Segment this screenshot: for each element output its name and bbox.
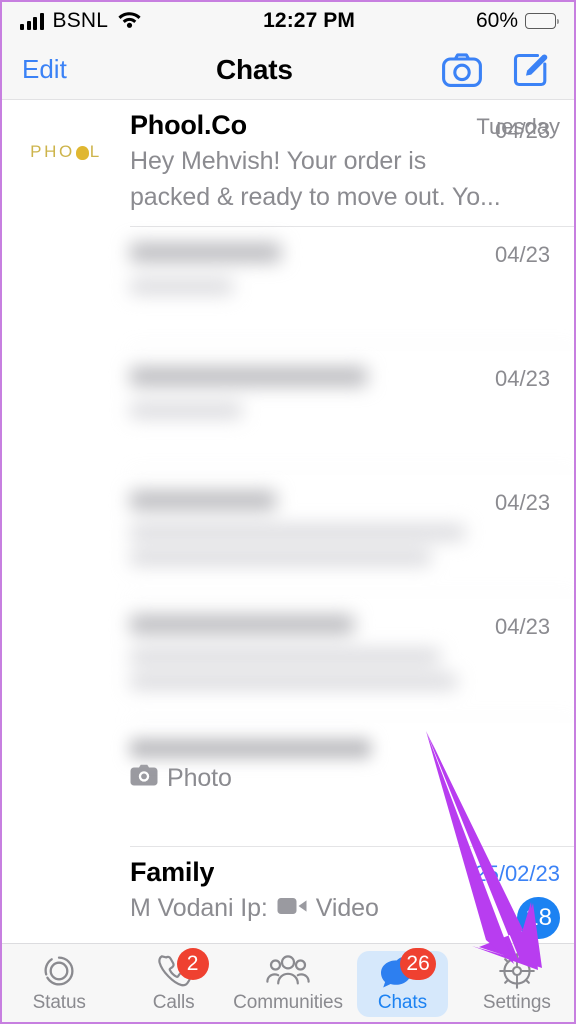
tab-label: Chats [377, 992, 427, 1013]
chat-preview-text: Video [315, 894, 379, 922]
video-camera-icon [277, 891, 307, 927]
calls-badge: 2 [176, 948, 209, 980]
tab-label: Settings [482, 992, 551, 1013]
chat-list[interactable]: PHO L Phool.Co Tuesday Hey Mehvish! Your … [2, 100, 574, 943]
phool-logo-avatar: PHO L [22, 108, 110, 196]
tab-calls[interactable]: 2 Calls [116, 944, 230, 1022]
communities-icon [265, 952, 311, 990]
group-avatar [22, 855, 110, 943]
battery-icon [525, 13, 559, 29]
unread-badge: 18 [517, 897, 560, 939]
chat-row-family[interactable]: Family 25/02/23 M Vodani Ip: Video 18 [2, 847, 574, 943]
blurred-avatar [22, 483, 110, 571]
chat-timestamp: 25/02/23 [474, 861, 560, 886]
gear-icon [498, 952, 536, 990]
clock-label: 12:27 PM [263, 9, 355, 32]
chat-row-hidden-1[interactable] [2, 227, 574, 351]
carrier-label: BSNL [52, 9, 109, 32]
battery-percent-label: 60% [475, 9, 518, 32]
chat-preview-sender: M Vodani Ip: [130, 894, 268, 922]
chat-row-photo[interactable]: Photo [2, 723, 574, 847]
chat-row-hidden-3[interactable] [2, 475, 574, 599]
nav-actions [442, 51, 550, 89]
chat-name: Phool.Co [130, 110, 247, 140]
status-bar: BSNL 12:27 PM 60% [2, 2, 574, 40]
dove-hands-avatar [22, 731, 110, 819]
tab-label: Communities [233, 992, 343, 1013]
chat-preview-line1: Hey Mehvish! Your order is [130, 147, 427, 175]
edit-button[interactable]: Edit [22, 54, 67, 85]
chat-preview-line2: packed & ready to move out. Yo... [130, 182, 501, 211]
tab-communities[interactable]: Communities [231, 944, 345, 1022]
chat-bubbles-icon: 26 [380, 948, 436, 990]
phone-screen: BSNL 12:27 PM 60% Edit Chats PHO L Phool… [0, 0, 576, 1024]
camera-icon[interactable] [442, 52, 482, 87]
blurred-avatar [22, 607, 110, 695]
tab-status[interactable]: Status [2, 944, 116, 1022]
status-bar-left: BSNL [20, 9, 142, 33]
status-rings-icon [41, 952, 77, 990]
tab-chats[interactable]: 26 Chats [345, 944, 459, 1022]
blurred-avatar [22, 359, 110, 447]
tab-bar: Status 2 Calls Communities 26 Chats Sett… [2, 943, 574, 1022]
tab-label: Calls [152, 992, 195, 1013]
chat-row-hidden-2[interactable] [2, 351, 574, 475]
blurred-avatar [22, 235, 110, 323]
chat-preview: Photo [130, 761, 560, 797]
chats-badge: 26 [400, 948, 436, 980]
phone-icon: 2 [157, 948, 209, 990]
chat-row-phool[interactable]: PHO L Phool.Co Tuesday Hey Mehvish! Your … [2, 100, 574, 227]
signal-bars-icon [20, 12, 44, 30]
compose-icon[interactable] [512, 51, 550, 89]
chat-timestamp: Tuesday [476, 114, 560, 139]
tab-settings[interactable]: Settings [460, 944, 574, 1022]
page-title: Chats [216, 53, 293, 85]
tab-label: Status [32, 992, 86, 1013]
chat-preview: Hey Mehvish! Your order is packed & read… [130, 144, 560, 215]
chat-row-hidden-4[interactable] [2, 599, 574, 723]
chat-preview-text: Photo [167, 764, 232, 792]
chat-preview: M Vodani Ip: Video [130, 891, 560, 927]
chat-name: Family [130, 857, 215, 887]
camera-small-icon [130, 761, 158, 797]
navigation-bar: Edit Chats [2, 40, 574, 100]
wifi-icon [117, 9, 142, 33]
status-bar-right: 60% [475, 9, 559, 33]
